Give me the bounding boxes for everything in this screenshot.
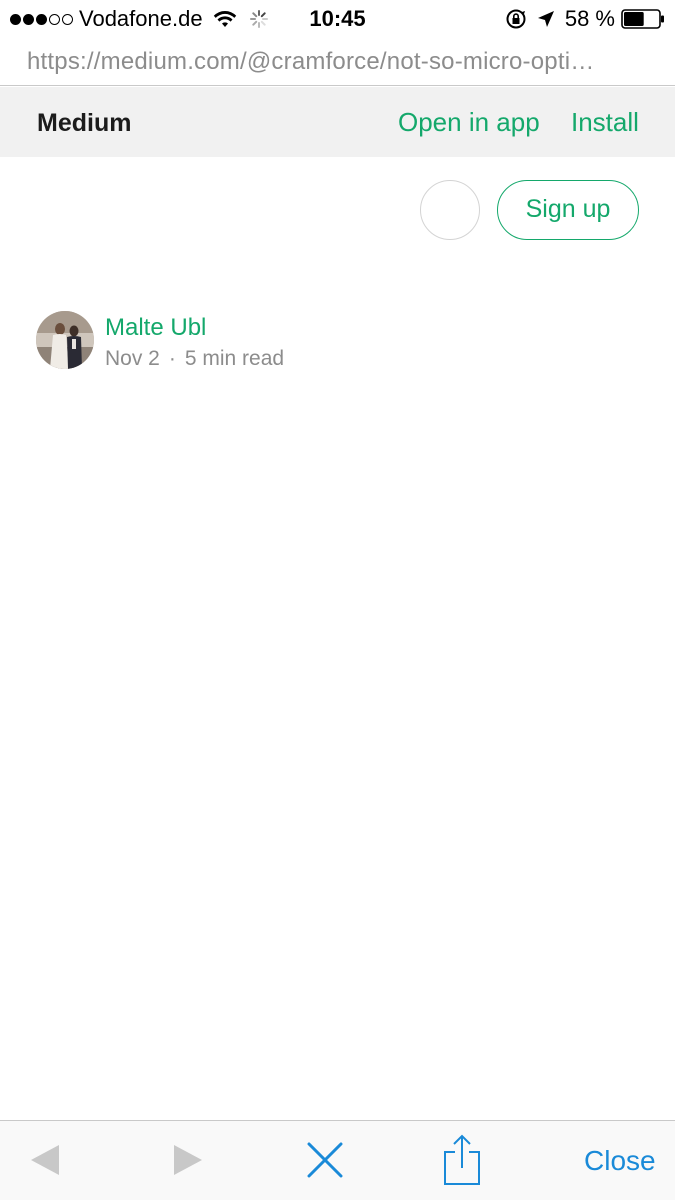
browser-toolbar: Close — [0, 1120, 675, 1200]
banner-app-name: Medium — [37, 109, 132, 137]
user-avatar-button[interactable] — [420, 180, 480, 240]
sign-up-button[interactable]: Sign up — [497, 180, 639, 240]
stop-loading-icon[interactable] — [306, 1141, 344, 1179]
post-date[interactable]: Nov 2 — [105, 347, 160, 370]
author-name-link[interactable]: Malte Ubl — [105, 314, 206, 342]
share-icon[interactable] — [442, 1134, 482, 1186]
back-arrow-icon[interactable] — [30, 1143, 60, 1177]
forward-arrow-icon[interactable] — [173, 1143, 203, 1177]
author-avatar[interactable] — [36, 311, 94, 369]
app-banner: Medium Open in app Install — [0, 87, 675, 157]
url-text[interactable]: https://medium.com/@cramforce/not-so-mic… — [27, 48, 652, 76]
battery-percent: 58 % — [564, 6, 615, 31]
url-bar[interactable]: https://medium.com/@cramforce/not-so-mic… — [0, 38, 675, 86]
post-meta: Nov 2 · 5 min read — [105, 347, 284, 371]
close-button[interactable]: Close — [584, 1145, 656, 1177]
orientation-lock-icon — [506, 9, 526, 29]
meta-separator: · — [168, 347, 176, 370]
author-photo-image — [36, 311, 94, 369]
battery-icon — [621, 9, 664, 29]
open-in-app-link[interactable]: Open in app — [398, 107, 540, 138]
safari-view: Vodafone.de 10:45 58 % https://medium.co… — [0, 0, 675, 1200]
read-time: 5 min read — [184, 347, 285, 370]
status-right: 58 % — [505, 6, 665, 32]
location-arrow-icon — [537, 11, 554, 27]
install-link[interactable]: Install — [571, 107, 639, 138]
status-bar: Vodafone.de 10:45 58 % — [0, 0, 675, 38]
